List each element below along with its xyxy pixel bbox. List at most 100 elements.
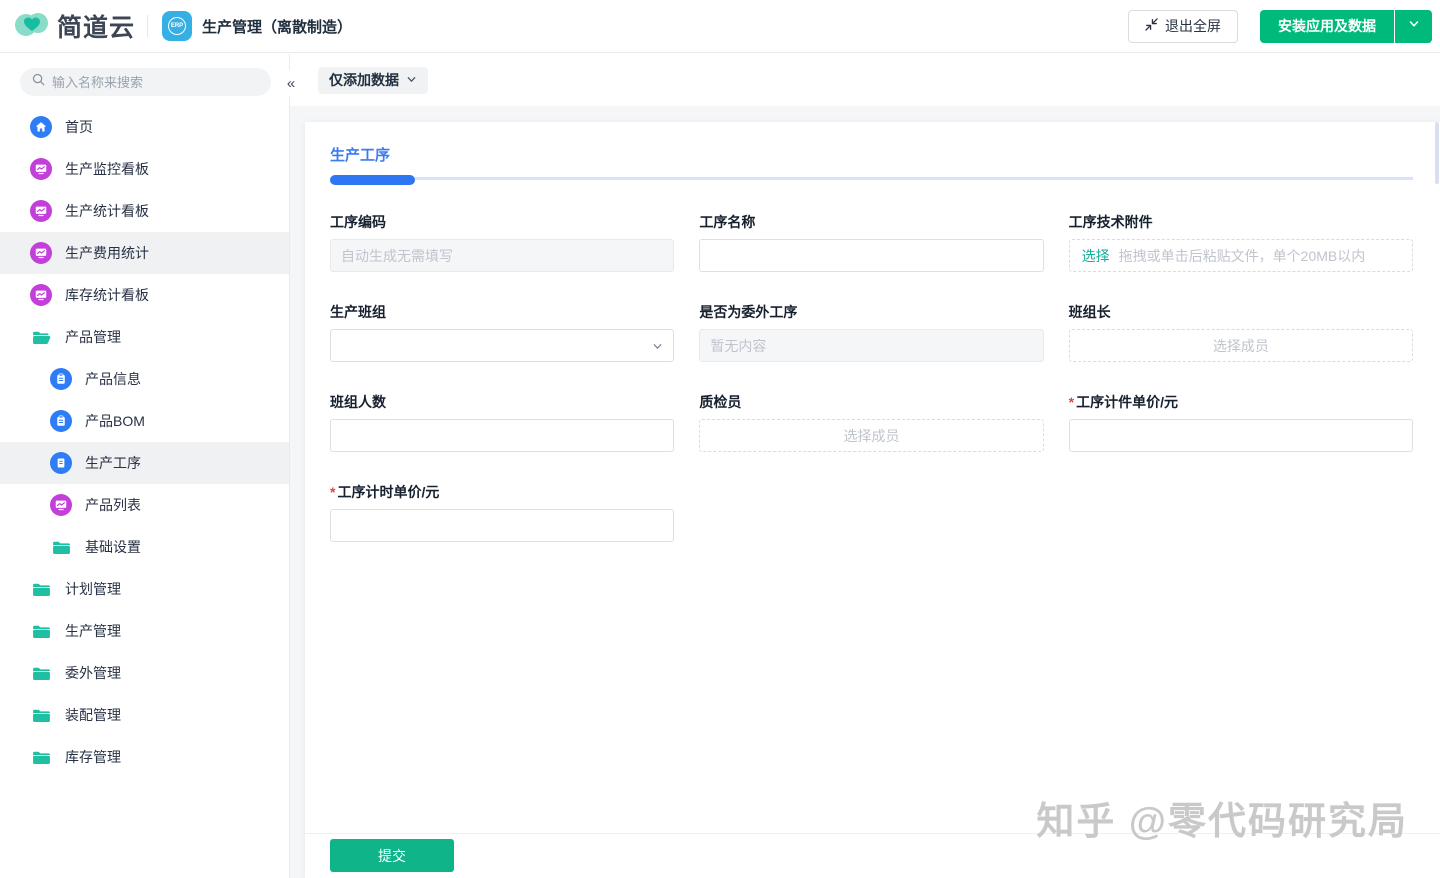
sidebar-item-label: 生产工序 [85,453,141,473]
app-icon: ERP [162,11,192,41]
search-input[interactable] [52,75,259,90]
form-grid: 工序编码 工序名称 工序技术附件选择拖拽或单击后粘贴文件，单个20MB以内生产班组 是… [330,214,1413,542]
toolbar: 仅添加数据 [290,54,1440,106]
sidebar-item-label: 产品BOM [85,411,145,431]
sidebar-item-label: 计划管理 [65,579,121,599]
process-code-input [330,239,674,272]
install-app-split-button: 安装应用及数据 [1260,10,1432,43]
sidebar-item-production-cost-stats[interactable]: 生产费用统计 [0,232,289,274]
search-icon [32,73,45,91]
dashboard-icon [30,284,52,306]
sidebar-item-inventory-management[interactable]: 库存管理 [0,736,289,778]
exit-fullscreen-icon [1145,18,1158,34]
home-icon [30,116,52,138]
app-title: 生产管理（离散制造） [202,16,352,37]
logo-text: 简道云 [57,8,135,44]
sidebar-item-label: 首页 [65,117,93,137]
field-production-team: 生产班组 [330,304,674,362]
sidebar-item-label: 装配管理 [65,705,121,725]
jiandaoyun-logo[interactable]: 简道云 [14,8,135,44]
field-label: 质检员 [699,394,1043,410]
dashboard-icon [50,494,72,516]
submit-button[interactable]: 提交 [330,839,454,872]
sidebar-item-home[interactable]: 首页 [0,106,289,148]
process-name-input[interactable] [699,239,1043,272]
sidebar-item-label: 库存统计看板 [65,285,149,305]
form-progress-bar [330,175,1413,186]
sidebar-search[interactable] [20,68,271,96]
sidebar-item-product-bom[interactable]: 产品BOM [0,400,289,442]
process-tech-attachment-upload-area[interactable]: 选择拖拽或单击后粘贴文件，单个20MB以内 [1069,239,1413,272]
sidebar-item-product-list[interactable]: 产品列表 [0,484,289,526]
field-label: 生产班组 [330,304,674,320]
field-quality-inspector: 质检员选择成员 [699,394,1043,452]
exit-fullscreen-button[interactable]: 退出全屏 [1128,10,1238,43]
mode-label: 仅添加数据 [329,70,399,90]
sidebar-item-label: 产品列表 [85,495,141,515]
quality-inspector-member-picker[interactable]: 选择成员 [699,419,1043,452]
dashboard-icon [30,158,52,180]
install-app-button[interactable]: 安装应用及数据 [1260,10,1394,43]
sidebar-item-basic-settings[interactable]: 基础设置 [0,526,289,568]
piece-rate-price-input[interactable] [1069,419,1413,452]
hourly-rate-price-input[interactable] [330,509,674,542]
sidebar-item-inventory-stats-board[interactable]: 库存统计看板 [0,274,289,316]
sidebar-item-label: 基础设置 [85,537,141,557]
sidebar-item-production-process[interactable]: 生产工序 [0,442,289,484]
field-label: *工序计件单价/元 [1069,394,1413,410]
cloud-heart-logo-icon [14,10,50,42]
sidebar-item-label: 库存管理 [65,747,121,767]
folder-icon [30,704,52,726]
field-process-name: 工序名称 [699,214,1043,272]
field-piece-rate-price: *工序计件单价/元 [1069,394,1413,452]
team-size-input[interactable] [330,419,674,452]
field-team-leader: 班组长选择成员 [1069,304,1413,362]
field-hourly-rate-price: *工序计时单价/元 [330,484,674,542]
sidebar-item-product-info[interactable]: 产品信息 [0,358,289,400]
folder-icon [30,746,52,768]
sidebar-item-label: 委外管理 [65,663,121,683]
dashboard-icon [30,200,52,222]
header-divider [147,15,148,37]
folder-icon [30,662,52,684]
field-is-outsourced-process: 是否为委外工序 [699,304,1043,362]
field-team-size: 班组人数 [330,394,674,452]
sidebar-item-production-management[interactable]: 生产管理 [0,610,289,652]
form-card: 生产工序 工序编码 工序名称 工序技术附件选择拖拽或单击后粘贴文件，单个20MB以内… [305,122,1440,878]
chevron-down-icon [652,339,663,357]
form-title: 生产工序 [330,144,1413,165]
install-app-dropdown-button[interactable] [1395,10,1432,43]
clipboard-icon [50,410,72,432]
sidebar-item-production-monitor-board[interactable]: 生产监控看板 [0,148,289,190]
sidebar-item-production-stats-board[interactable]: 生产统计看板 [0,190,289,232]
sidebar-item-assembly-management[interactable]: 装配管理 [0,694,289,736]
folder-icon [30,620,52,642]
sidebar-item-outsourcing-management[interactable]: 委外管理 [0,652,289,694]
field-label: 班组人数 [330,394,674,410]
sidebar-item-label: 生产监控看板 [65,159,149,179]
sidebar-collapse-button[interactable]: « [279,70,303,96]
upload-hint: 拖拽或单击后粘贴文件，单个20MB以内 [1119,246,1366,266]
sidebar-nav: 首页生产监控看板生产统计看板生产费用统计库存统计看板产品管理产品信息产品BOM 生… [0,106,289,778]
progress-pill [330,175,415,185]
required-asterisk: * [1069,394,1074,410]
vertical-scrollbar-thumb[interactable] [1435,122,1439,184]
field-process-code: 工序编码 [330,214,674,272]
doc-icon [50,452,72,474]
production-team-select[interactable] [330,329,674,362]
sidebar-item-plan-management[interactable]: 计划管理 [0,568,289,610]
team-leader-member-picker[interactable]: 选择成员 [1069,329,1413,362]
chevron-down-icon [1408,17,1420,35]
sidebar-item-label: 产品信息 [85,369,141,389]
upload-select-link[interactable]: 选择 [1082,246,1110,266]
data-mode-dropdown[interactable]: 仅添加数据 [318,67,428,94]
exit-fullscreen-label: 退出全屏 [1165,16,1221,36]
clipboard-icon [50,368,72,390]
sidebar-item-product-management[interactable]: 产品管理 [0,316,289,358]
progress-track [330,177,1413,180]
field-label: 工序名称 [699,214,1043,230]
app-header: 简道云 ERP 生产管理（离散制造） 退出全屏 安装应用及数据 [0,0,1440,53]
sidebar: 首页生产监控看板生产统计看板生产费用统计库存统计看板产品管理产品信息产品BOM 生… [0,54,290,878]
field-process-tech-attachment: 工序技术附件选择拖拽或单击后粘贴文件，单个20MB以内 [1069,214,1413,272]
folder-open-icon [30,326,52,348]
